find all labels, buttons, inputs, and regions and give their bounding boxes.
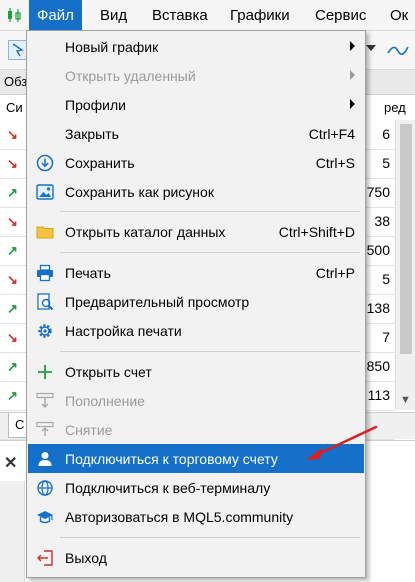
cursor-tool-icon[interactable] xyxy=(8,40,28,60)
close-icon[interactable]: ✕ xyxy=(4,453,17,473)
menu-item-label: Открыть счет xyxy=(65,364,152,380)
menu-item-label: Сохранить как рисунок xyxy=(65,184,214,200)
withdraw-icon xyxy=(36,421,54,436)
spread-value: 5 xyxy=(382,155,390,171)
arrow-up-icon: ↗ xyxy=(7,301,18,316)
submenu-arrow-icon xyxy=(350,99,355,109)
menubar: Файл Вид Вставка Графики Сервис Ок xyxy=(0,0,415,31)
menu-separator xyxy=(60,252,360,253)
spread-value: 500 xyxy=(366,242,390,258)
spread-value: 850 xyxy=(366,358,390,374)
menu-item-save[interactable]: Сохранить Ctrl+S xyxy=(28,148,364,177)
spread-value: 138 xyxy=(366,300,390,316)
menu-separator xyxy=(60,537,360,538)
menu-view[interactable]: Вид xyxy=(92,0,135,30)
user-icon xyxy=(38,452,52,466)
menu-item-label: Снятие xyxy=(65,422,113,438)
arrow-down-icon: ↘ xyxy=(7,214,18,229)
menu-item-connect-web-terminal[interactable]: Подключиться к веб-терминалу xyxy=(28,473,364,502)
menu-item-print[interactable]: Печать Ctrl+P xyxy=(28,258,364,287)
menu-item-close[interactable]: Закрыть Ctrl+F4 xyxy=(28,119,364,148)
graduation-cap-icon xyxy=(37,511,53,524)
arrow-down-icon: ↘ xyxy=(7,330,18,345)
menu-item-open-deleted[interactable]: Открыть удаленный xyxy=(28,61,364,90)
print-preview-icon xyxy=(37,293,54,311)
spread-value: 5 xyxy=(382,271,390,287)
menu-item-label: Закрыть xyxy=(65,126,119,142)
menu-item-label: Авторизоваться в MQL5.community xyxy=(65,509,294,525)
shortcut-label: Ctrl+S xyxy=(315,155,355,171)
plus-icon xyxy=(38,365,52,379)
scroll-down-icon[interactable]: ▼ xyxy=(400,394,411,406)
arrow-down-icon: ↘ xyxy=(7,272,18,287)
deposit-icon xyxy=(36,392,54,408)
save-icon xyxy=(36,154,54,172)
menu-item-label: Подключиться к торговому счету xyxy=(65,451,278,467)
dropdown-arrow-icon[interactable] xyxy=(366,45,376,51)
menu-item-open-account[interactable]: Открыть счет xyxy=(28,357,364,386)
menu-separator xyxy=(60,351,360,352)
submenu-arrow-icon xyxy=(350,70,355,80)
arrow-up-icon: ↗ xyxy=(7,243,18,258)
menu-item-label: Открыть каталог данных xyxy=(65,224,226,240)
column-spread-header[interactable]: ред xyxy=(384,96,406,120)
menu-item-print-preview[interactable]: Предварительный просмотр xyxy=(28,287,364,316)
menu-item-label: Профили xyxy=(65,97,126,113)
printer-icon xyxy=(37,264,53,282)
menu-item-profiles[interactable]: Профили xyxy=(28,90,364,119)
menu-item-new-chart[interactable]: Новый график xyxy=(28,32,364,61)
submenu-arrow-icon xyxy=(350,41,355,51)
menu-item-label: Пополнение xyxy=(65,393,145,409)
menu-item-label: Предварительный просмотр xyxy=(65,294,250,310)
menu-item-label: Открыть удаленный xyxy=(65,68,196,84)
column-symbol-header[interactable]: Си xyxy=(6,96,23,120)
exit-icon xyxy=(37,550,53,566)
scrollbar-thumb[interactable] xyxy=(400,124,412,354)
file-menu: Новый график Открыть удаленный Профили З… xyxy=(26,30,366,578)
shortcut-label: Ctrl+F4 xyxy=(308,126,355,142)
candlestick-chart-icon[interactable] xyxy=(6,7,22,23)
folder-icon xyxy=(36,226,54,239)
gear-icon xyxy=(38,324,52,338)
globe-icon xyxy=(37,480,53,496)
menu-item-exit[interactable]: Выход xyxy=(28,543,364,572)
arrow-up-icon: ↗ xyxy=(7,359,18,374)
indicator-icon[interactable] xyxy=(386,39,410,61)
arrow-down-icon: ↘ xyxy=(7,156,18,171)
shortcut-label: Ctrl+Shift+D xyxy=(278,224,355,240)
menu-tools[interactable]: Сервис xyxy=(307,0,374,30)
picture-icon xyxy=(36,184,54,200)
menu-insert[interactable]: Вставка xyxy=(144,0,216,30)
menu-item-label: Выход xyxy=(65,550,107,566)
spread-value: 113 xyxy=(367,387,390,403)
arrow-up-icon: ↗ xyxy=(7,185,18,200)
arrow-up-icon: ↗ xyxy=(7,388,18,403)
spread-value: 7 xyxy=(382,329,390,345)
panel-title: Обз xyxy=(4,74,28,89)
menu-charts[interactable]: Графики xyxy=(222,0,298,30)
menu-item-open-data-folder[interactable]: Открыть каталог данных Ctrl+Shift+D xyxy=(28,217,364,246)
menu-item-print-setup[interactable]: Настройка печати xyxy=(28,316,364,345)
annotation-arrow-icon xyxy=(306,425,378,460)
menu-item-label: Печать xyxy=(65,265,111,281)
spread-value: 6 xyxy=(382,126,390,142)
menu-item-auth-mql5[interactable]: Авторизоваться в MQL5.community xyxy=(28,502,364,531)
menu-item-label: Сохранить xyxy=(65,155,135,171)
menu-item-label: Подключиться к веб-терминалу xyxy=(65,480,271,496)
spread-value: 38 xyxy=(374,213,390,229)
shortcut-label: Ctrl+P xyxy=(315,265,355,281)
toolbox-sidebar xyxy=(0,481,25,582)
menu-item-deposit[interactable]: Пополнение xyxy=(28,386,364,415)
menu-item-label: Настройка печати xyxy=(65,323,182,339)
arrow-down-icon: ↘ xyxy=(7,127,18,142)
menu-item-label: Новый график xyxy=(65,39,159,55)
spread-value: 750 xyxy=(366,184,390,200)
menu-file[interactable]: Файл xyxy=(29,0,82,30)
vertical-scrollbar[interactable]: ▼ xyxy=(395,120,415,410)
menu-window[interactable]: Ок xyxy=(382,0,415,30)
menu-item-save-as-picture[interactable]: Сохранить как рисунок xyxy=(28,177,364,206)
menu-separator xyxy=(60,211,360,212)
